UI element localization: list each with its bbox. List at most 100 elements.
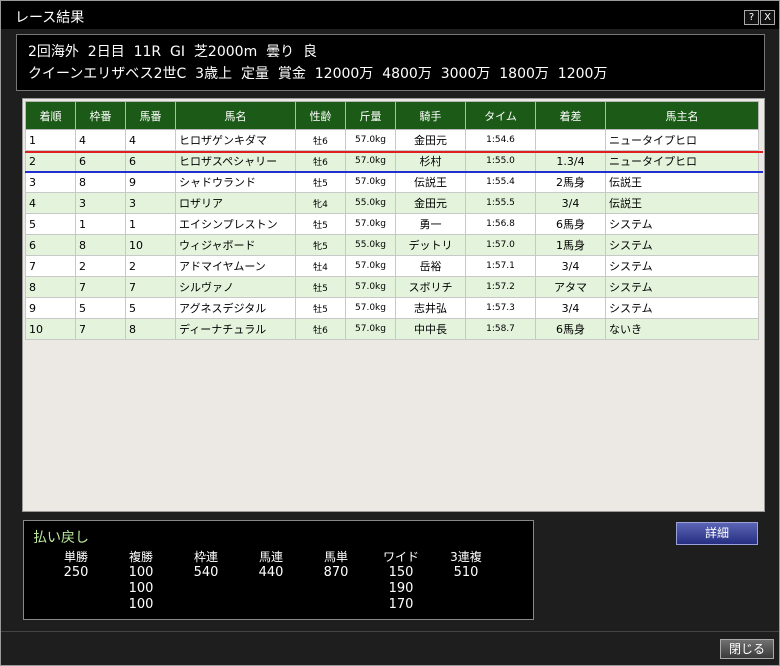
table-cell: 6 [25,234,76,256]
table-cell: 牡5 [295,213,346,235]
payout-value: 100 [128,565,154,580]
table-cell: 岳裕 [395,255,466,277]
table-cell: 57.0kg [345,276,396,298]
table-row[interactable]: 7 2 2 アドマイヤムーン 牡4 57.0kg 岳裕 1:57.1 3/4 システム [25,255,759,277]
table-cell: 1:55.5 [465,192,536,214]
table-row[interactable]: 8 7 7 シルヴァノ 牡5 57.0kg スボリチ 1:57.2 アタマ システム [25,276,759,298]
table-cell: 1:55.4 [465,171,536,193]
table-cell: 牡4 [295,255,346,277]
race-result-window: レース結果 ? X 2回海外 2日目 11R GⅠ 芝2000m 曇り 良 クイ… [0,0,780,666]
table-cell: 伝説王 [605,192,759,214]
close-button[interactable]: 閉じる [720,639,774,659]
table-cell: ディーナチュラル [175,318,296,340]
table-cell: 1馬身 [535,234,606,256]
payout-value: 250 [63,565,89,580]
table-cell: 2 [25,150,76,172]
table-cell: 1:57.0 [465,234,536,256]
table-cell: 3 [75,192,126,214]
table-cell: システム [605,255,759,277]
table-cell: 57.0kg [345,150,396,172]
payout-type-label: 3連複 [450,550,482,564]
table-cell: 57.0kg [345,318,396,340]
table-cell: 8 [75,234,126,256]
help-button[interactable]: ? [744,10,759,25]
table-cell: 3 [25,171,76,193]
table-cell: 3/4 [535,297,606,319]
col-header[interactable]: 着順 [25,101,76,130]
table-row[interactable]: 4 3 3 ロザリア 牝4 55.0kg 金田元 1:55.5 3/4 伝説王 [25,192,759,214]
table-cell: 10 [125,234,176,256]
table-cell: 1 [25,129,76,151]
table-cell: ウィジャボード [175,234,296,256]
table-cell: 7 [75,318,126,340]
table-row[interactable]: 2 6 6 ヒロザスペシャリー 牡6 57.0kg 杉村 1:55.0 1.3/4 ニュータイプヒ… [25,150,759,172]
col-header[interactable]: 枠番 [75,101,126,130]
table-cell: 金田元 [395,192,466,214]
payout-panel: 払い戻し 単勝 250 複勝 100 100 100 枠連 540 馬連 440 馬単 870 ワイド 1… [23,520,534,620]
table-row[interactable]: 10 7 8 ディーナチュラル 牡6 57.0kg 中中長 1:58.7 6馬身 ないき [25,318,759,340]
table-cell: 2 [75,255,126,277]
table-cell: 2 [125,255,176,277]
payout-value: 100 [128,597,154,612]
col-header[interactable]: 馬番 [125,101,176,130]
table-cell: 7 [25,255,76,277]
table-cell: 1:57.2 [465,276,536,298]
table-cell: 伝説王 [395,171,466,193]
table-cell: 牝4 [295,192,346,214]
table-cell: システム [605,234,759,256]
col-header[interactable]: 性齢 [295,101,346,130]
payout-type-label: 馬連 [258,550,283,564]
table-cell: ニュータイプヒロ [605,150,759,172]
table-row[interactable]: 3 8 9 シャドウランド 牡5 57.0kg 伝説王 1:55.4 2馬身 伝説王 [25,171,759,193]
table-cell: 10 [25,318,76,340]
payout-type-label: 単勝 [63,550,88,564]
table-cell: 1.3/4 [535,150,606,172]
table-cell: スボリチ [395,276,466,298]
table-cell: アドマイヤムーン [175,255,296,277]
table-cell: シャドウランド [175,171,296,193]
payout-value: 150 [388,565,414,580]
winner-highlight-line [25,151,763,153]
table-cell: 牡6 [295,150,346,172]
table-cell: 3/4 [535,255,606,277]
col-header[interactable]: 斤量 [345,101,396,130]
col-header[interactable]: 馬名 [175,101,296,130]
table-cell: 志井弘 [395,297,466,319]
payout-type-label: 枠連 [193,550,218,564]
table-cell: アタマ [535,276,606,298]
table-cell: ヒロザスペシャリー [175,150,296,172]
table-cell: 5 [125,297,176,319]
detail-button[interactable]: 詳細 [676,522,758,545]
table-cell: ヒロザゲンキダマ [175,129,296,151]
race-info-line1: 2回海外 2日目 11R GⅠ 芝2000m 曇り 良 [28,44,318,60]
col-header[interactable]: タイム [465,101,536,130]
table-cell: 牡6 [295,318,346,340]
table-header-row: 着順 枠番 馬番 馬名 性齢 斤量 騎手 タイム 着差 馬主名 [25,101,759,130]
results-table-panel: 着順 枠番 馬番 馬名 性齢 斤量 騎手 タイム 着差 馬主名 1 4 4 ヒロザゲン… [22,98,765,512]
table-row[interactable]: 6 8 10 ウィジャボード 牝5 55.0kg デットリ 1:57.0 1馬身 システム [25,234,759,256]
table-cell: 4 [125,129,176,151]
race-info-line2: クイーンエリザベス2世C 3歳上 定量 賞金 12000万 4800万 3000… [28,66,608,82]
table-cell: 牡5 [295,171,346,193]
table-cell: 6馬身 [535,318,606,340]
table-cell: 2馬身 [535,171,606,193]
results-table: 着順 枠番 馬番 馬名 性齢 斤量 騎手 タイム 着差 馬主名 1 4 4 ヒロザゲン… [25,101,759,340]
table-row[interactable]: 1 4 4 ヒロザゲンキダマ 牡6 57.0kg 金田元 1:54.6 ニュータイプヒロ [25,129,759,151]
table-cell: ロザリア [175,192,296,214]
table-cell: 57.0kg [345,255,396,277]
close-window-button[interactable]: X [760,10,775,25]
table-cell: 1:57.1 [465,255,536,277]
col-header[interactable]: 馬主名 [605,101,759,130]
table-cell: 7 [75,276,126,298]
col-header[interactable]: 騎手 [395,101,466,130]
col-header[interactable]: 着差 [535,101,606,130]
table-row[interactable]: 5 1 1 エイシンプレストン 牡5 57.0kg 勇一 1:56.8 6馬身 システム [25,213,759,235]
table-cell: 1:54.6 [465,129,536,151]
window-title: レース結果 [15,10,85,26]
table-cell: 金田元 [395,129,466,151]
table-cell: 55.0kg [345,234,396,256]
table-cell: 1:58.7 [465,318,536,340]
table-cell: 55.0kg [345,192,396,214]
table-row[interactable]: 9 5 5 アグネスデジタル 牡5 57.0kg 志井弘 1:57.3 3/4 システム [25,297,759,319]
table-cell: システム [605,276,759,298]
